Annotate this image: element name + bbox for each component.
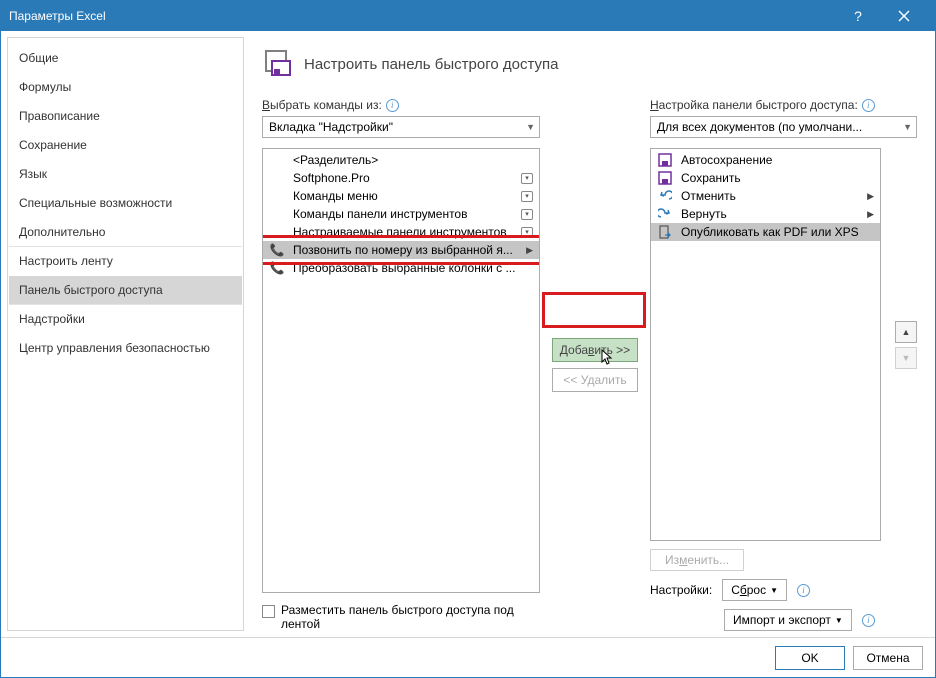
- sidebar-item-customize-ribbon[interactable]: Настроить ленту: [9, 247, 242, 276]
- list-item[interactable]: Команды меню▾: [263, 187, 539, 205]
- list-item-selected[interactable]: Опубликовать как PDF или XPS: [651, 223, 880, 241]
- dropdown-icon: ▾: [521, 227, 533, 238]
- current-qat-column: Настройка панели быстрого доступа: i Для…: [650, 98, 917, 631]
- list-item[interactable]: Команды панели инструментов▾: [263, 205, 539, 223]
- window-title: Параметры Excel: [9, 9, 835, 23]
- excel-options-window: Параметры Excel ? Общие Формулы Правопис…: [0, 0, 936, 678]
- sidebar-item-trust-center[interactable]: Центр управления безопасностью: [9, 334, 242, 363]
- submenu-arrow-icon: ▶: [526, 245, 533, 256]
- sidebar-item-formulas[interactable]: Формулы: [9, 73, 242, 102]
- dropdown-icon: ▾: [521, 209, 533, 220]
- reorder-buttons: ▲ ▼: [891, 148, 917, 541]
- add-button[interactable]: Добавить >>: [552, 338, 638, 362]
- page-header: Настроить панель быстрого доступа: [262, 47, 917, 82]
- two-column-area: Выбрать команды из: i Вкладка "Надстройк…: [262, 98, 917, 631]
- modify-button[interactable]: Изменить...: [650, 549, 744, 571]
- content-panel: Настроить панель быстрого доступа Выбрат…: [244, 31, 935, 637]
- highlight-box-add: [542, 292, 646, 328]
- add-remove-column: Добавить >> << Удалить: [550, 98, 640, 631]
- list-item[interactable]: Настраиваемые панели инструментов▾: [263, 223, 539, 241]
- move-down-button[interactable]: ▼: [895, 347, 917, 369]
- dropdown-icon: ▾: [521, 173, 533, 184]
- chevron-down-icon: ▼: [903, 122, 912, 132]
- checkbox-label: Разместить панель быстрого доступа под л…: [281, 603, 521, 631]
- sidebar-item-qat[interactable]: Панель быстрого доступа: [9, 276, 242, 305]
- move-up-button[interactable]: ▲: [895, 321, 917, 343]
- sidebar-item-general[interactable]: Общие: [9, 44, 242, 73]
- current-qat-list[interactable]: Автосохранение Сохранить Отменить▶ Верну…: [650, 148, 881, 541]
- page-title: Настроить панель быстрого доступа: [304, 56, 558, 73]
- submenu-arrow-icon: ▶: [867, 209, 874, 220]
- sidebar-item-language[interactable]: Язык: [9, 160, 242, 189]
- close-icon: [898, 10, 910, 22]
- sidebar-item-proofing[interactable]: Правописание: [9, 102, 242, 131]
- list-item[interactable]: 📞Преобразовать выбранные колонки с ...: [263, 259, 539, 277]
- sidebar-item-ease-of-access[interactable]: Специальные возможности: [9, 189, 242, 218]
- customize-qat-label: Настройка панели быстрого доступа: i: [650, 98, 917, 112]
- ok-button[interactable]: OK: [775, 646, 845, 670]
- undo-icon: [657, 189, 673, 203]
- combo-selected-text: Вкладка "Надстройки": [269, 120, 526, 134]
- remove-button[interactable]: << Удалить: [552, 368, 638, 392]
- sidebar-item-addins[interactable]: Надстройки: [9, 305, 242, 334]
- phone-icon: 📞: [269, 261, 285, 275]
- settings-label: Настройки:: [650, 583, 712, 597]
- chevron-down-icon: ▼: [526, 122, 535, 132]
- sidebar-item-save[interactable]: Сохранение: [9, 131, 242, 160]
- choose-commands-combo[interactable]: Вкладка "Надстройки" ▼: [262, 116, 540, 138]
- list-item-selected[interactable]: 📞Позвонить по номеру из выбранной я...▶: [263, 241, 539, 259]
- publish-icon: [657, 225, 673, 239]
- save-icon: [657, 171, 673, 185]
- info-icon[interactable]: i: [797, 584, 810, 597]
- qat-icon: [262, 47, 294, 82]
- list-item[interactable]: Вернуть▶: [651, 205, 880, 223]
- show-qat-below-ribbon-row: Разместить панель быстрого доступа под л…: [262, 603, 540, 631]
- list-item[interactable]: Автосохранение: [651, 151, 880, 169]
- close-button[interactable]: [881, 1, 927, 31]
- dialog-body: Общие Формулы Правописание Сохранение Яз…: [1, 31, 935, 637]
- titlebar: Параметры Excel ?: [1, 1, 935, 31]
- combo-selected-text: Для всех документов (по умолчани...: [657, 120, 903, 134]
- info-icon[interactable]: i: [862, 99, 875, 112]
- sidebar-item-advanced[interactable]: Дополнительно: [9, 218, 242, 247]
- info-icon[interactable]: i: [386, 99, 399, 112]
- choose-commands-label: Выбрать команды из: i: [262, 98, 540, 112]
- redo-icon: [657, 207, 673, 221]
- list-item[interactable]: Сохранить: [651, 169, 880, 187]
- dialog-footer: OK Отмена: [1, 637, 935, 677]
- help-button[interactable]: ?: [835, 1, 881, 31]
- list-item[interactable]: Отменить▶: [651, 187, 880, 205]
- list-item[interactable]: Softphone.Pro▾: [263, 169, 539, 187]
- phone-icon: 📞: [269, 243, 285, 257]
- cancel-button[interactable]: Отмена: [853, 646, 923, 670]
- dropdown-icon: ▾: [521, 191, 533, 202]
- for-all-documents-combo[interactable]: Для всех документов (по умолчани... ▼: [650, 116, 917, 138]
- autosave-icon: [657, 153, 673, 167]
- category-sidebar: Общие Формулы Правописание Сохранение Яз…: [7, 37, 244, 631]
- info-icon[interactable]: i: [862, 614, 875, 627]
- checkbox[interactable]: [262, 605, 275, 618]
- list-item[interactable]: <Разделитель>: [263, 151, 539, 169]
- reset-button[interactable]: Сброс▼: [722, 579, 787, 601]
- available-commands-column: Выбрать команды из: i Вкладка "Надстройк…: [262, 98, 540, 631]
- submenu-arrow-icon: ▶: [867, 191, 874, 202]
- import-export-button[interactable]: Импорт и экспорт▼: [724, 609, 852, 631]
- available-commands-list[interactable]: <Разделитель> Softphone.Pro▾ Команды мен…: [262, 148, 540, 593]
